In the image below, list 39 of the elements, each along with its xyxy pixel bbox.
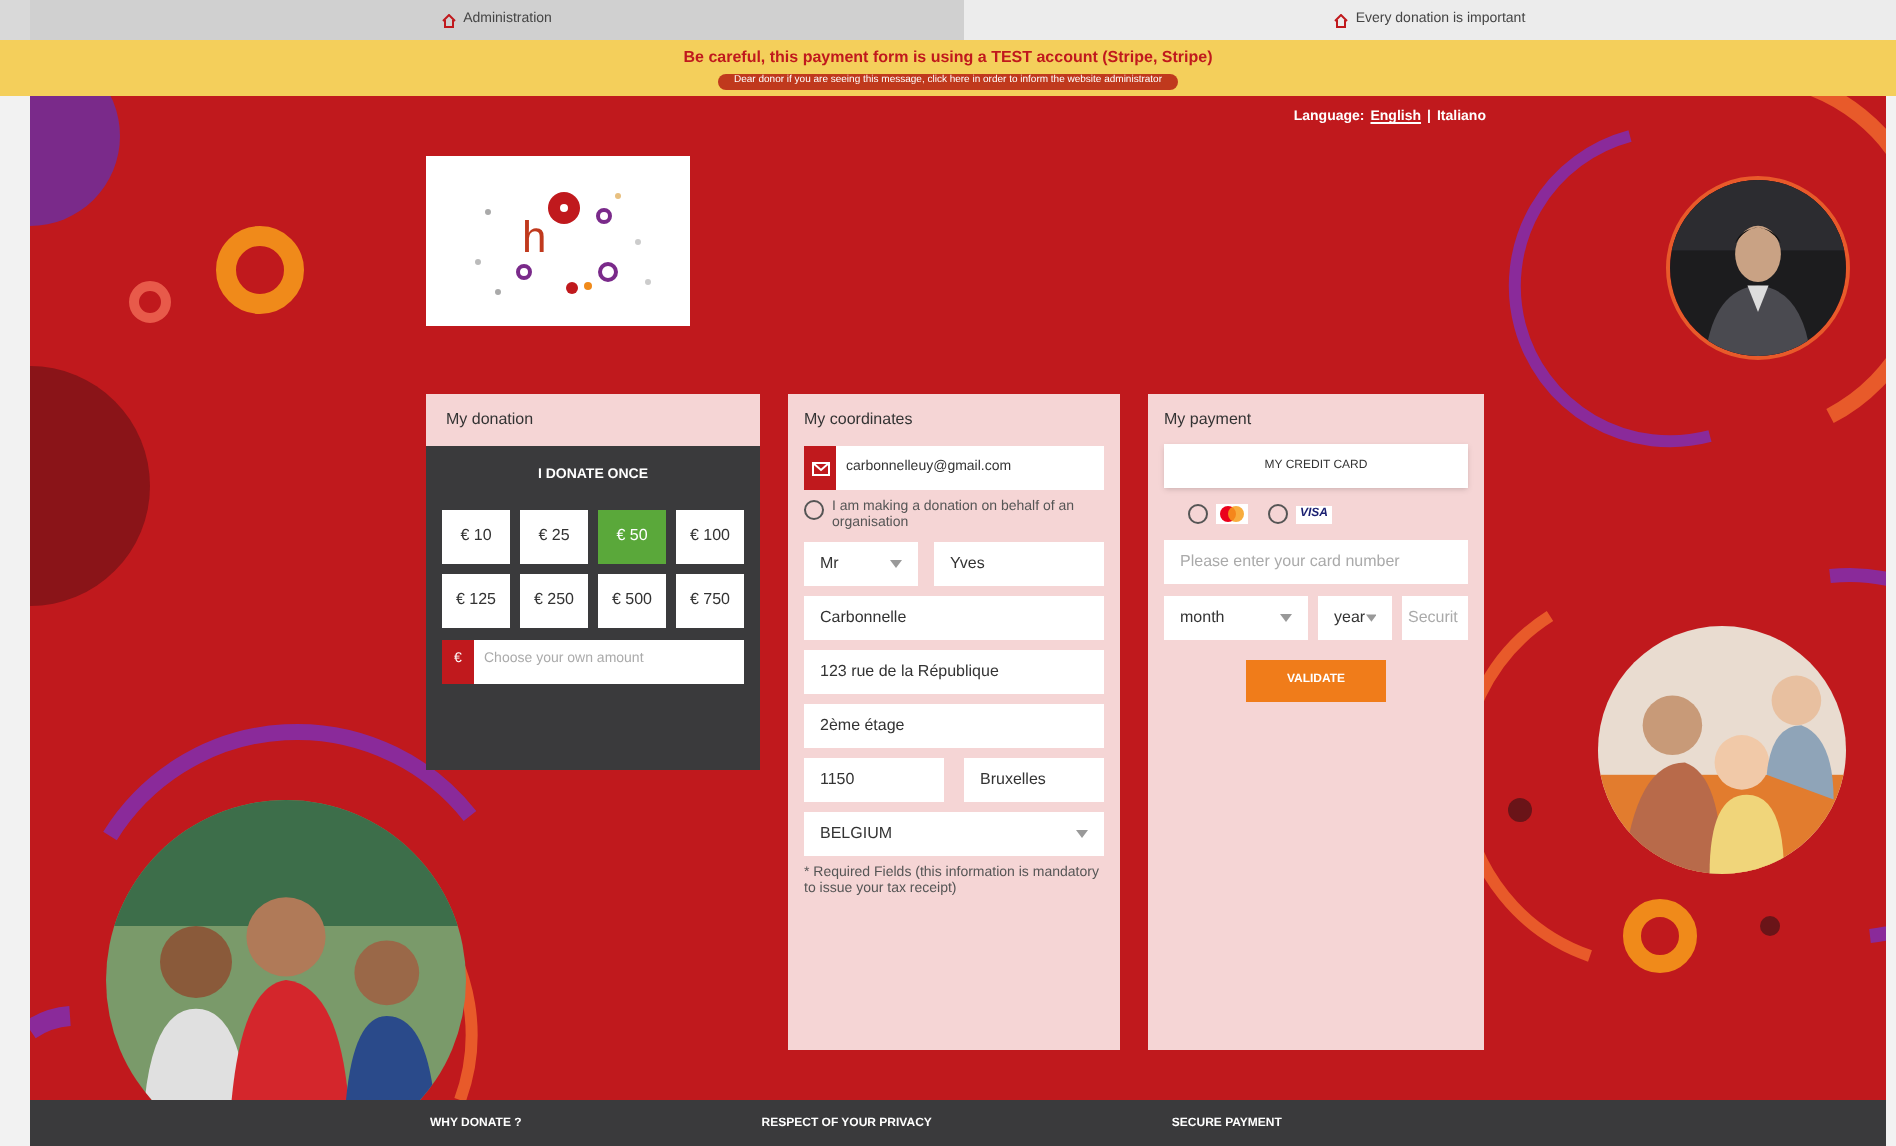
amount-option[interactable]: € 125 [442,573,510,627]
year-select[interactable]: year [1318,596,1392,640]
address-line-field[interactable]: 2ème étage [804,704,1104,748]
caret-icon [1280,614,1292,622]
logo-letter: h [522,216,547,260]
city-field[interactable]: Bruxelles [964,758,1104,802]
panel-title: My donation [446,408,534,432]
amount-option[interactable]: € 10 [442,509,510,563]
amount-option[interactable]: € 750 [676,573,744,627]
caret-icon [1076,830,1088,838]
mastercard-icon [1216,504,1248,524]
warning-title: Be careful, this payment form is using a TEST account (Stripe, Stripe) [683,46,1213,71]
decoration-dot [1760,916,1780,936]
decoration-arc [30,1006,72,1039]
envelope-icon [811,461,829,475]
month-select[interactable]: month [1164,596,1308,640]
amount-option[interactable]: € 250 [520,573,588,627]
country-select[interactable]: BELGIUM [804,812,1104,856]
house-icon [441,13,456,27]
amount-option[interactable]: € 25 [520,509,588,563]
first-name-field[interactable]: Yves [934,542,1104,586]
decoration-ring [216,226,304,314]
amount-option[interactable]: € 500 [598,573,666,627]
zip-field[interactable]: 1150 [804,758,944,802]
address-field[interactable]: 123 rue de la République [804,650,1104,694]
panel-title: My payment [1164,408,1254,432]
panel-title: My coordinates [804,408,915,432]
civility-select[interactable]: Mr [804,542,918,586]
decoration-ring [129,281,171,323]
amount-option[interactable]: € 100 [676,509,744,563]
radio-button[interactable] [804,500,824,520]
house-icon [1333,13,1348,27]
last-name-field[interactable]: Carbonnelle [804,596,1104,640]
decoration-dot [1508,798,1532,822]
radio-button[interactable] [1268,504,1288,524]
decoration-ring [1623,899,1697,973]
radio-button[interactable] [1188,504,1208,524]
caret-icon [1365,614,1376,622]
caret-icon [890,560,902,568]
